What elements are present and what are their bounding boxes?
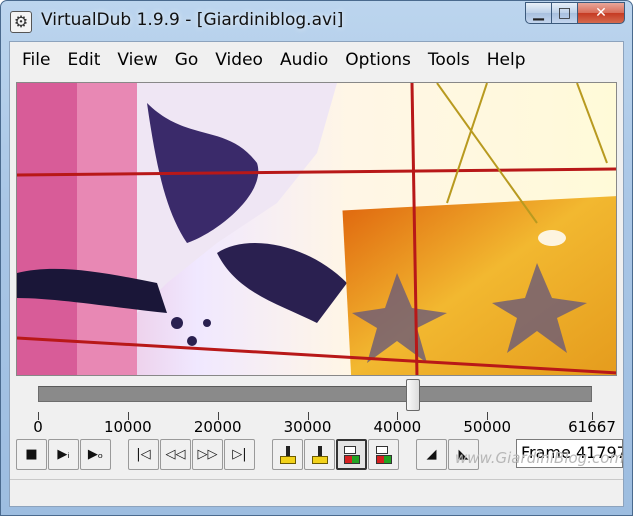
position-thumb[interactable] xyxy=(406,379,421,411)
timeline-tick-label: 40000 xyxy=(373,418,422,436)
window-title: VirtualDub 1.9.9 - [Giardiniblog.avi] xyxy=(41,10,344,30)
mark-in-button[interactable]: ◢ xyxy=(416,439,447,470)
play-input-button[interactable]: ▶ᵢ xyxy=(48,439,79,470)
timeline: 0 10000 20000 30000 40000 50000 61667 xyxy=(10,378,623,436)
next-frame-button[interactable]: ▷▷ xyxy=(192,439,223,470)
position-trackbar[interactable] xyxy=(38,386,592,402)
timeline-tick-label: 20000 xyxy=(193,418,242,436)
go-end-button[interactable]: ▷| xyxy=(224,439,255,470)
prev-frame-button[interactable]: ◁◁ xyxy=(160,439,191,470)
next-scene-button[interactable] xyxy=(368,439,399,470)
menu-edit[interactable]: Edit xyxy=(61,50,111,70)
status-bar xyxy=(10,479,623,506)
scene-marker-icon xyxy=(374,445,394,465)
maximize-button[interactable]: □ xyxy=(551,2,577,24)
close-button[interactable]: ✕ xyxy=(577,2,625,24)
video-preview xyxy=(16,82,617,376)
scene-marker-icon xyxy=(342,445,362,465)
menu-go[interactable]: Go xyxy=(169,50,210,70)
key-left-icon xyxy=(278,445,298,465)
fast-forward-icon: ▷▷ xyxy=(197,447,218,462)
minimize-button[interactable]: ▁ xyxy=(525,2,551,24)
app-window: ⚙ VirtualDub 1.9.9 - [Giardiniblog.avi] … xyxy=(0,0,633,516)
menu-view[interactable]: View xyxy=(111,50,168,70)
mark-in-icon: ◢ xyxy=(426,447,437,462)
menu-audio[interactable]: Audio xyxy=(274,50,339,70)
play-input-icon: ▶ᵢ xyxy=(57,447,70,462)
stop-button[interactable]: ■ xyxy=(16,439,47,470)
watermark: www.GiardiniBlog.com xyxy=(454,449,624,467)
prev-scene-button[interactable] xyxy=(336,439,367,470)
stop-icon: ■ xyxy=(25,447,38,462)
client-area: File Edit View Go Video Audio Options To… xyxy=(9,41,624,507)
timeline-tick-label: 50000 xyxy=(463,418,512,436)
timeline-tick-label: 10000 xyxy=(103,418,152,436)
menu-video[interactable]: Video xyxy=(209,50,274,70)
menu-file[interactable]: File xyxy=(16,50,61,70)
menu-help[interactable]: Help xyxy=(481,50,537,70)
timeline-tick-label: 0 xyxy=(33,418,43,436)
window-controls: ▁ □ ✕ xyxy=(525,2,625,24)
video-frame-image xyxy=(17,83,616,375)
go-end-icon: ▷| xyxy=(232,447,247,462)
key-right-icon xyxy=(310,445,330,465)
go-start-icon: |◁ xyxy=(136,447,151,462)
timeline-tick-label: 30000 xyxy=(283,418,332,436)
prev-keyframe-button[interactable] xyxy=(272,439,303,470)
gear-icon[interactable]: ⚙ xyxy=(10,11,32,33)
play-output-icon: ▶ₒ xyxy=(87,447,104,462)
menu-bar: File Edit View Go Video Audio Options To… xyxy=(10,42,623,78)
menu-options[interactable]: Options xyxy=(339,50,422,70)
next-keyframe-button[interactable] xyxy=(304,439,335,470)
menu-tools[interactable]: Tools xyxy=(422,50,481,70)
rewind-icon: ◁◁ xyxy=(165,447,186,462)
timeline-tick-label: 61667 xyxy=(568,418,616,436)
title-bar[interactable]: ⚙ VirtualDub 1.9.9 - [Giardiniblog.avi] … xyxy=(1,1,632,41)
go-start-button[interactable]: |◁ xyxy=(128,439,159,470)
play-output-button[interactable]: ▶ₒ xyxy=(80,439,111,470)
